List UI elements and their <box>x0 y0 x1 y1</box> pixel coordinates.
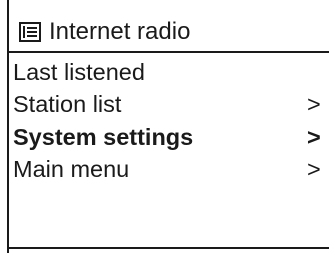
bottom-divider <box>7 247 329 249</box>
chevron-right-icon: > <box>307 124 321 150</box>
list-icon <box>19 22 41 42</box>
menu-item-label: Station list <box>13 91 122 117</box>
chevron-right-icon: > <box>307 91 321 117</box>
menu-item-label: Last listened <box>13 59 145 85</box>
title-divider <box>7 51 329 53</box>
radio-display: Internet radio Last listened Station lis… <box>0 0 334 253</box>
menu-item-label: System settings <box>13 124 194 150</box>
menu-item-label: Main menu <box>13 156 130 182</box>
menu-item-last-listened[interactable]: Last listened <box>13 56 325 88</box>
menu-item-station-list[interactable]: Station list > <box>13 88 325 120</box>
menu-item-system-settings[interactable]: System settings > <box>13 121 325 153</box>
display-left-border <box>7 0 9 253</box>
chevron-right-icon: > <box>307 156 321 182</box>
menu-item-main-menu[interactable]: Main menu > <box>13 153 325 185</box>
page-title: Internet radio <box>49 18 191 45</box>
title-bar: Internet radio <box>19 17 190 47</box>
